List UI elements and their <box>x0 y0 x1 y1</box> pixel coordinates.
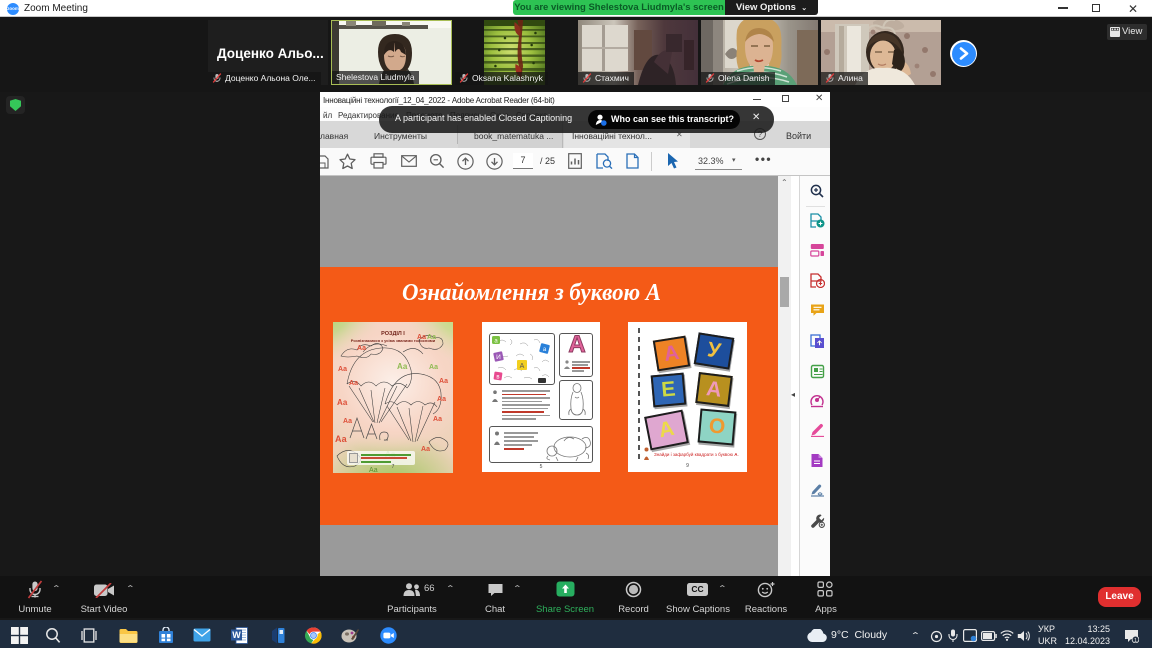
svg-text:И: И <box>496 354 501 361</box>
svg-text:А: А <box>520 363 525 370</box>
svg-text:в: в <box>496 375 499 381</box>
svg-text:W: W <box>232 630 241 640</box>
svg-text:1: 1 <box>1134 638 1137 643</box>
